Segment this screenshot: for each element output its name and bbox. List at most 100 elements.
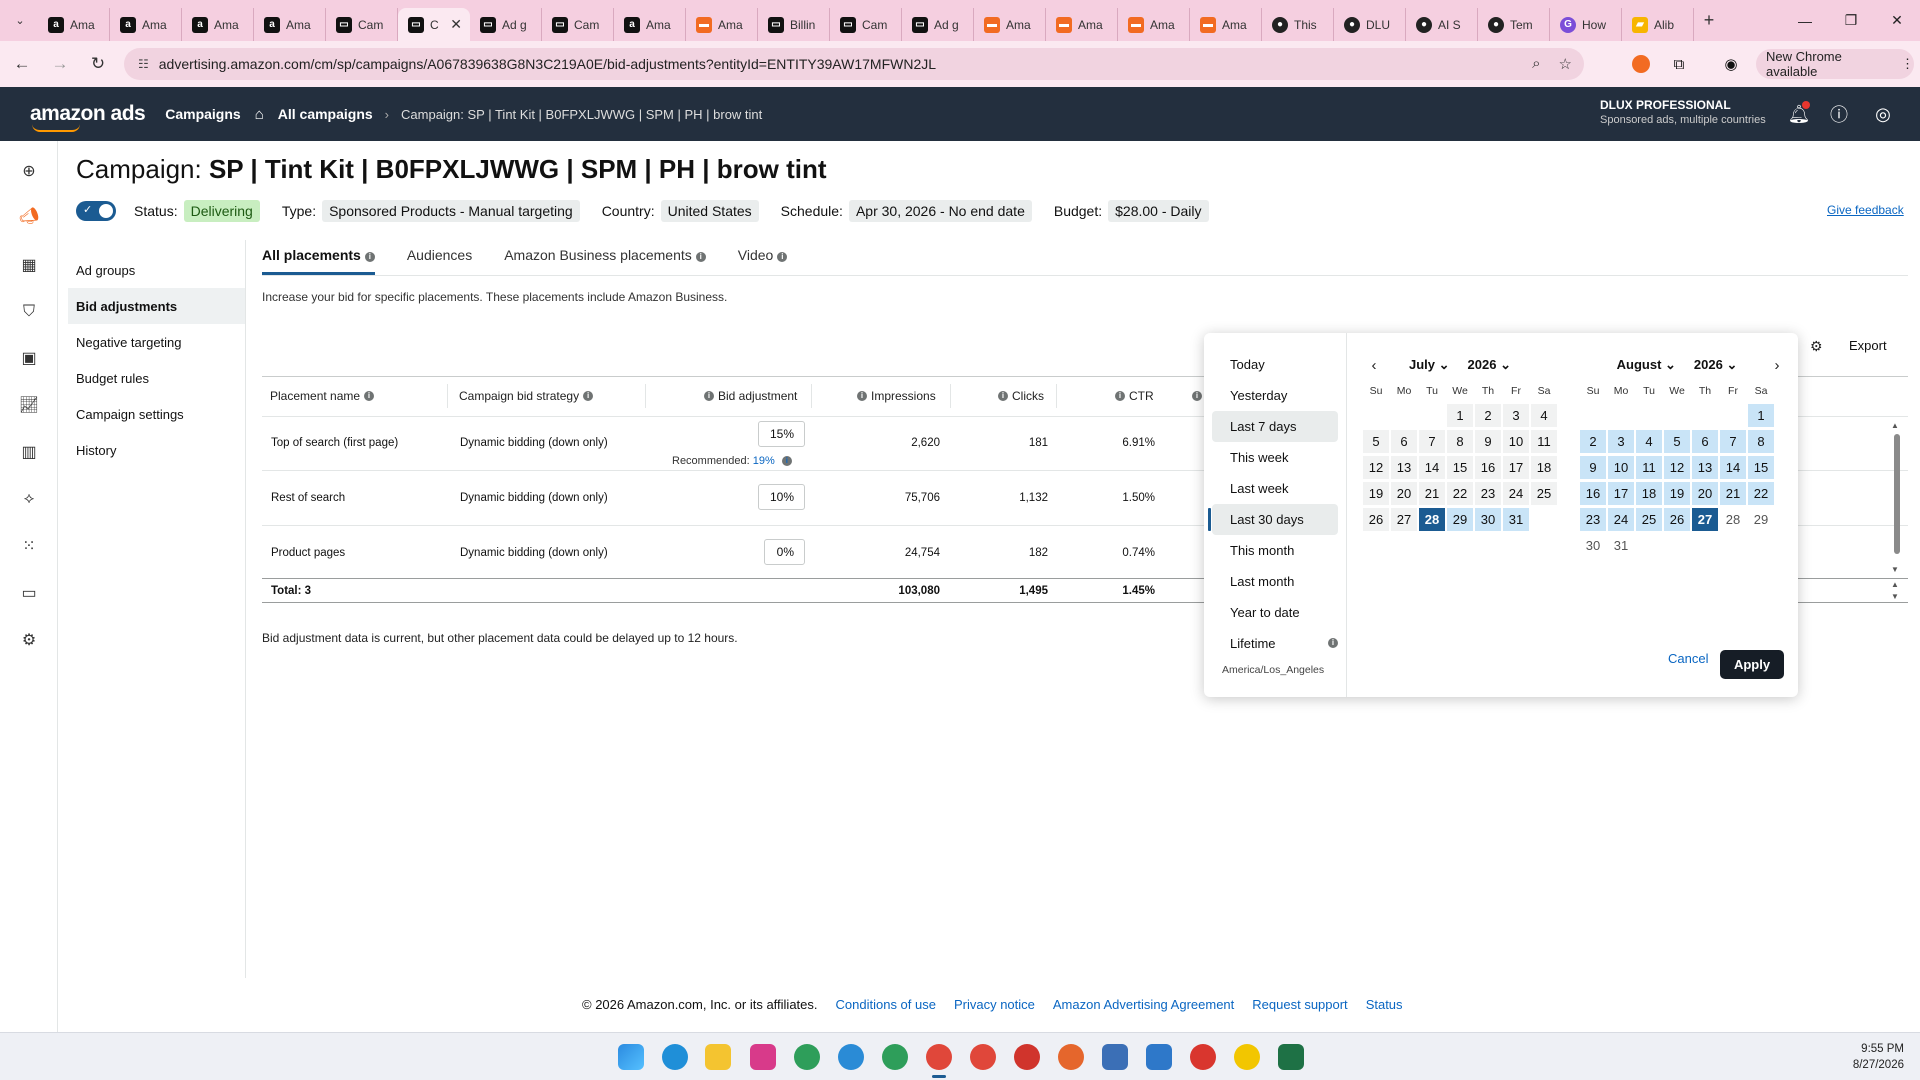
calendar-day[interactable]: 29 — [1447, 508, 1473, 531]
recommended-value-link[interactable]: 19% — [753, 455, 775, 467]
tab-audiences[interactable]: Audiences — [407, 240, 472, 275]
preset-last-30-days[interactable]: Last 30 days — [1208, 504, 1338, 535]
sidenav-negative-targeting[interactable]: Negative targeting — [68, 324, 246, 360]
info-icon[interactable]: i — [364, 252, 375, 262]
zoom-icon[interactable]: ⌕ — [1532, 55, 1540, 73]
calendar-day[interactable]: 25 — [1531, 482, 1557, 505]
calendar-day[interactable]: 11 — [1531, 430, 1557, 453]
budget-value[interactable]: $28.00 - Daily — [1108, 200, 1209, 222]
calendar-day[interactable]: 21 — [1720, 482, 1746, 505]
export-button[interactable]: Export — [1849, 338, 1887, 353]
info-icon[interactable]: i — [583, 391, 594, 401]
info-icon[interactable]: i — [1192, 391, 1202, 401]
user-account-icon[interactable]: ◎ — [1870, 101, 1896, 127]
edge-icon[interactable] — [662, 1044, 688, 1070]
preset-last-week[interactable]: Last week — [1212, 473, 1338, 504]
browser-tab[interactable]: ▬ Ama — [1190, 8, 1262, 41]
browser-tab[interactable]: ▬ Ama — [974, 8, 1046, 41]
connections-icon[interactable]: ⟡ — [18, 488, 40, 510]
calendar-day[interactable]: 30 — [1580, 534, 1606, 557]
calendar-day[interactable]: 5 — [1664, 430, 1690, 453]
tab-all-placements[interactable]: All placements i — [262, 240, 375, 275]
help-icon[interactable]: ⓘ — [1826, 101, 1852, 127]
preset-year-to-date[interactable]: Year to date — [1212, 597, 1338, 628]
sidenav-budget-rules[interactable]: Budget rules — [68, 360, 246, 396]
calendar-day[interactable]: 16 — [1580, 482, 1606, 505]
calendar-day[interactable]: 6 — [1391, 430, 1417, 453]
right-year-select[interactable]: 2026 — [1694, 357, 1737, 373]
calendar-day[interactable]: 22 — [1748, 482, 1774, 505]
apps-dots-icon[interactable]: ⁙ — [18, 535, 40, 557]
calendar-day[interactable]: 17 — [1608, 482, 1634, 505]
profile-icon[interactable]: ◉ — [1718, 51, 1744, 77]
bid-adjustment-input[interactable]: 15% — [758, 421, 805, 447]
calendar-day[interactable]: 14 — [1419, 456, 1445, 479]
system-clock[interactable]: 9:55 PM 8/27/2026 — [1853, 1041, 1904, 1073]
calendar-day[interactable]: 12 — [1664, 456, 1690, 479]
info-icon[interactable]: i — [364, 391, 375, 401]
next-month-icon[interactable]: › — [1767, 353, 1787, 377]
chrome-profile-icon[interactable] — [1014, 1044, 1040, 1070]
browser-tab[interactable]: ▭ C ✕ — [398, 8, 470, 41]
chrome-profile-icon[interactable] — [838, 1044, 864, 1070]
calendar-day[interactable]: 9 — [1580, 456, 1606, 479]
calendar-day[interactable]: 18 — [1531, 456, 1557, 479]
extensions-puzzle-icon[interactable]: ⧉ — [1666, 51, 1692, 77]
calendar-day[interactable]: 10 — [1503, 430, 1529, 453]
scroll-down-icon[interactable]: ▼ — [1891, 565, 1899, 574]
browser-tab[interactable]: ▭ Ad g — [902, 8, 974, 41]
browser-tab[interactable]: ● DLU — [1334, 8, 1406, 41]
calendar-day[interactable]: 20 — [1391, 482, 1417, 505]
new-tab-button[interactable]: + — [1694, 10, 1724, 31]
calendar-day[interactable]: 25 — [1636, 508, 1662, 531]
close-window-icon[interactable]: ✕ — [1874, 0, 1920, 41]
calendar-day[interactable]: 10 — [1608, 456, 1634, 479]
browser-tab[interactable]: ▭ Cam — [830, 8, 902, 41]
calendar-day[interactable]: 3 — [1503, 404, 1529, 427]
schedule-value[interactable]: Apr 30, 2026 - No end date — [848, 200, 1032, 222]
browser-tab[interactable]: a Ama — [38, 8, 110, 41]
info-icon[interactable]: i — [777, 252, 788, 262]
new-chrome-available-button[interactable]: New Chrome available ⋮ — [1756, 49, 1914, 79]
preset-last-month[interactable]: Last month — [1212, 566, 1338, 597]
browser-tab[interactable]: a Ama — [254, 8, 326, 41]
browser-tab[interactable]: ▭ Ad g — [470, 8, 542, 41]
bid-adjustment-input[interactable]: 10% — [758, 484, 805, 510]
file-explorer-icon[interactable] — [705, 1044, 731, 1070]
chrome-profile-icon[interactable] — [1190, 1044, 1216, 1070]
calendar-day[interactable]: 23 — [1580, 508, 1606, 531]
info-icon[interactable]: i — [857, 391, 867, 401]
analytics-line-icon[interactable]: 📈︎ — [18, 394, 40, 416]
browser-tab[interactable]: ▬ Ama — [1046, 8, 1118, 41]
footer-status-link[interactable]: Status — [1366, 997, 1403, 1012]
notepad-icon[interactable] — [1146, 1044, 1172, 1070]
calendar-day[interactable]: 30 — [1475, 508, 1501, 531]
calendar-day[interactable]: 24 — [1608, 508, 1634, 531]
chrome-profile-icon[interactable] — [1058, 1044, 1084, 1070]
excel-icon[interactable] — [1278, 1044, 1304, 1070]
calendar-day[interactable]: 8 — [1447, 430, 1473, 453]
sidenav-history[interactable]: History — [68, 432, 246, 468]
notification-bell-icon[interactable]: 🔔︎ — [1786, 101, 1812, 127]
briefcase-icon[interactable]: ▭ — [18, 582, 40, 604]
info-icon[interactable]: i — [998, 391, 1008, 401]
close-tab-icon[interactable]: ✕ — [450, 16, 462, 33]
settings-gear-icon[interactable]: ⚙ — [18, 629, 40, 651]
chrome-active-icon[interactable] — [926, 1044, 952, 1070]
col-placement-name[interactable]: Placement name i — [270, 380, 375, 412]
preset-lifetime[interactable]: Lifetime — [1212, 628, 1338, 659]
tab-video[interactable]: Video i — [738, 240, 788, 275]
sidenav-ad-groups[interactable]: Ad groups — [68, 252, 246, 288]
browser-tab[interactable]: a Ama — [182, 8, 254, 41]
address-bar[interactable]: ☷ advertising.amazon.com/cm/sp/campaigns… — [124, 48, 1584, 80]
calendar-day[interactable]: 1 — [1748, 404, 1774, 427]
footer-privacy-link[interactable]: Privacy notice — [954, 997, 1035, 1012]
calendar-day[interactable]: 23 — [1475, 482, 1501, 505]
app-window-icon[interactable] — [1102, 1044, 1128, 1070]
calendar-day[interactable]: 7 — [1720, 430, 1746, 453]
calendar-day[interactable]: 21 — [1419, 482, 1445, 505]
col-bid-adjustment[interactable]: i Bid adjustment — [704, 380, 797, 412]
sidenav-campaign-settings[interactable]: Campaign settings — [68, 396, 246, 432]
browser-tab[interactable]: ▬ Ama — [1118, 8, 1190, 41]
browser-tab[interactable]: G How — [1550, 8, 1622, 41]
